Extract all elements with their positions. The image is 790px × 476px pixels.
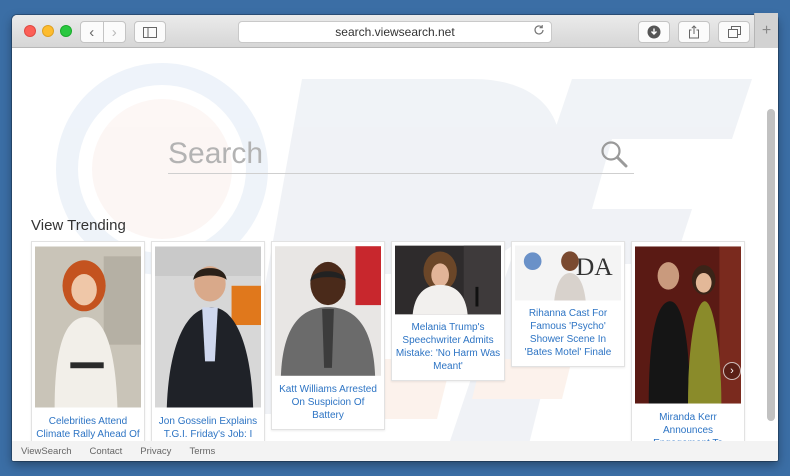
trending-caption: Melania Trump's Speechwriter Admits Mist… bbox=[395, 322, 501, 372]
trending-card[interactable]: DA Rihanna Cast For Famous 'Psycho' Show… bbox=[511, 241, 625, 367]
download-icon bbox=[647, 25, 661, 39]
trending-image: DA bbox=[515, 245, 621, 301]
close-window-button[interactable] bbox=[24, 25, 36, 37]
new-tab-button[interactable]: + bbox=[754, 13, 778, 48]
sidebar-icon bbox=[143, 26, 157, 38]
trending-image bbox=[395, 245, 501, 315]
search-icon[interactable] bbox=[600, 140, 628, 168]
trending-card[interactable]: Melania Trump's Speechwriter Admits Mist… bbox=[391, 241, 505, 381]
search-box bbox=[168, 134, 634, 174]
trending-card[interactable]: Jon Gosselin Explains T.G.I. Friday's Jo… bbox=[151, 241, 265, 461]
footer-link-terms[interactable]: Terms bbox=[189, 446, 215, 457]
back-button[interactable]: ‹ bbox=[81, 22, 104, 42]
vertical-scrollbar[interactable] bbox=[767, 109, 775, 421]
url-text: search.viewsearch.net bbox=[335, 25, 455, 39]
page-footer: ViewSearch Contact Privacy Terms bbox=[12, 441, 778, 461]
zoom-window-button[interactable] bbox=[60, 25, 72, 37]
footer-link-viewsearch[interactable]: ViewSearch bbox=[21, 446, 72, 457]
trending-caption: Rihanna Cast For Famous 'Psycho' Shower … bbox=[524, 308, 612, 358]
trending-heading: View Trending bbox=[31, 217, 126, 234]
browser-toolbar: ‹ › search.viewsearch.net bbox=[12, 15, 778, 48]
minimize-window-button[interactable] bbox=[42, 25, 54, 37]
nav-buttons: ‹ › bbox=[80, 21, 126, 43]
share-icon bbox=[689, 25, 699, 39]
trending-image bbox=[155, 246, 261, 408]
sidebar-button[interactable] bbox=[134, 21, 166, 43]
search-input[interactable] bbox=[168, 134, 588, 174]
reload-icon[interactable] bbox=[533, 24, 545, 39]
trending-caption: Katt Williams Arrested On Suspicion Of B… bbox=[279, 384, 377, 421]
chevron-right-icon: › bbox=[730, 365, 734, 377]
downloads-button[interactable] bbox=[638, 21, 670, 43]
tab-overview-button[interactable] bbox=[718, 21, 750, 43]
trending-card[interactable]: Celebrities Attend Climate Rally Ahead O… bbox=[31, 241, 145, 461]
trending-image bbox=[635, 246, 741, 404]
footer-link-privacy[interactable]: Privacy bbox=[140, 446, 171, 457]
trending-card[interactable]: Miranda Kerr Announces Engagement To Sna… bbox=[631, 241, 745, 461]
share-button[interactable] bbox=[678, 21, 710, 43]
tabs-icon bbox=[727, 26, 741, 38]
address-bar[interactable]: search.viewsearch.net bbox=[238, 21, 552, 43]
page-content: View Trending Celebrities Attend Climate… bbox=[12, 49, 778, 461]
plus-icon: + bbox=[761, 21, 772, 39]
footer-link-contact[interactable]: Contact bbox=[90, 446, 123, 457]
svg-text:DA: DA bbox=[576, 252, 613, 281]
trending-card[interactable]: Katt Williams Arrested On Suspicion Of B… bbox=[271, 241, 385, 430]
forward-button[interactable]: › bbox=[104, 22, 126, 42]
browser-window: ‹ › search.viewsearch.net Search View Tr… bbox=[12, 15, 778, 461]
trending-image bbox=[275, 246, 381, 376]
trending-image bbox=[35, 246, 141, 408]
carousel-next-button[interactable]: › bbox=[723, 362, 741, 380]
